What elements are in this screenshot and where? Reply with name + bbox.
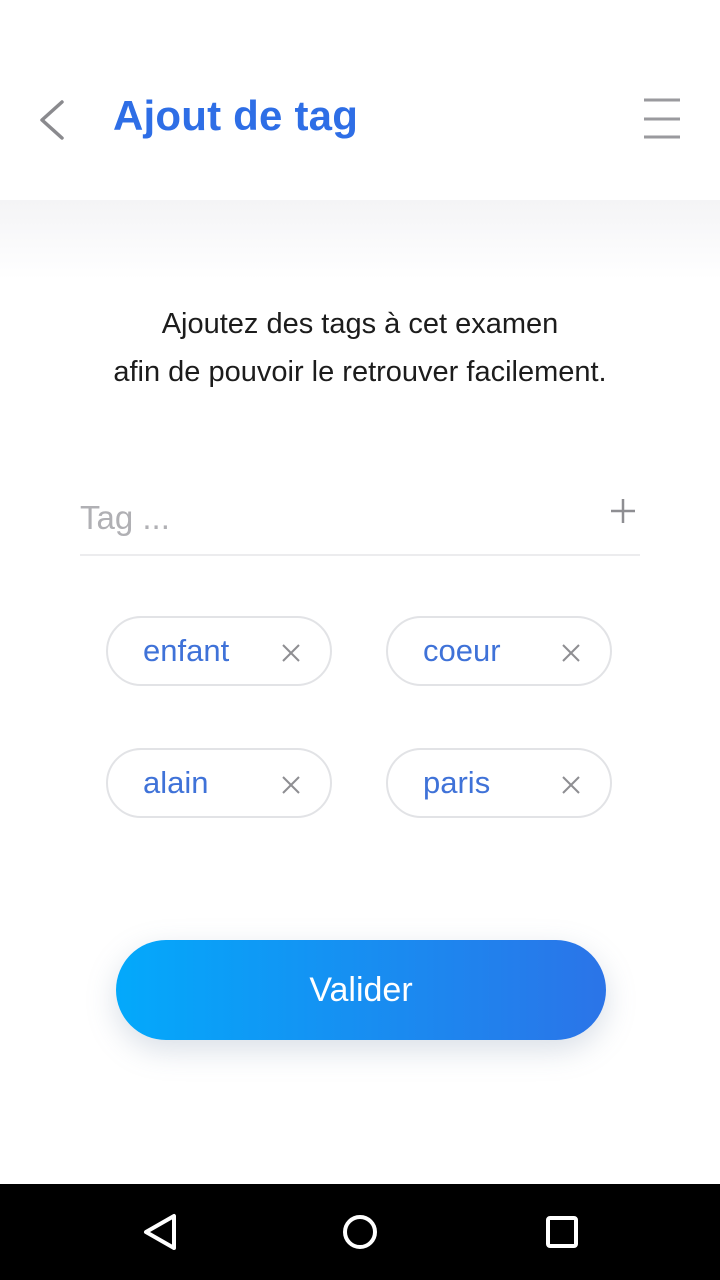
circle-home-icon: [343, 1215, 377, 1249]
triangle-back-icon: [144, 1214, 176, 1250]
square-recents-icon: [546, 1216, 578, 1248]
intro-text: Ajoutez des tags à cet examen afin de po…: [0, 300, 720, 396]
system-recents-button[interactable]: [538, 1208, 586, 1256]
menu-button[interactable]: [636, 94, 688, 144]
tag-chip-label: alain: [143, 765, 209, 800]
tag-chip-enfant: enfant: [106, 616, 332, 686]
remove-tag-button[interactable]: [280, 774, 302, 796]
remove-tag-button[interactable]: [560, 774, 582, 796]
close-icon: [282, 644, 300, 662]
add-tag-button[interactable]: [608, 496, 638, 526]
plus-icon: [611, 499, 635, 523]
system-back-button[interactable]: [136, 1208, 184, 1256]
tag-chip-alain: alain: [106, 748, 332, 818]
tag-chip-label: paris: [423, 765, 491, 800]
tag-chip-label: enfant: [143, 633, 230, 668]
remove-tag-button[interactable]: [560, 642, 582, 664]
validate-button[interactable]: Valider: [116, 940, 606, 1040]
screen: Ajout de tag Ajoutez des tags à cet exam…: [0, 0, 720, 1280]
tag-chip-label: coeur: [423, 633, 501, 668]
close-icon: [282, 776, 300, 794]
hamburger-menu-icon: [644, 98, 680, 139]
tag-chip-paris: paris: [386, 748, 612, 818]
intro-line-2: afin de pouvoir le retrouver facilement.: [113, 356, 607, 388]
header-shadow: [0, 200, 720, 280]
back-button[interactable]: [28, 92, 78, 148]
system-home-button[interactable]: [336, 1208, 384, 1256]
tag-input[interactable]: [80, 486, 580, 550]
intro-line-1: Ajoutez des tags à cet examen: [161, 308, 559, 340]
remove-tag-button[interactable]: [280, 642, 302, 664]
system-nav-bar: [0, 1184, 720, 1280]
chevron-left-icon: [40, 100, 64, 140]
close-icon: [562, 776, 580, 794]
app-header: Ajout de tag: [0, 0, 720, 200]
tag-input-field: [80, 486, 640, 556]
tag-chip-coeur: coeur: [386, 616, 612, 686]
close-icon: [562, 644, 580, 662]
page-title: Ajout de tag: [113, 92, 359, 139]
